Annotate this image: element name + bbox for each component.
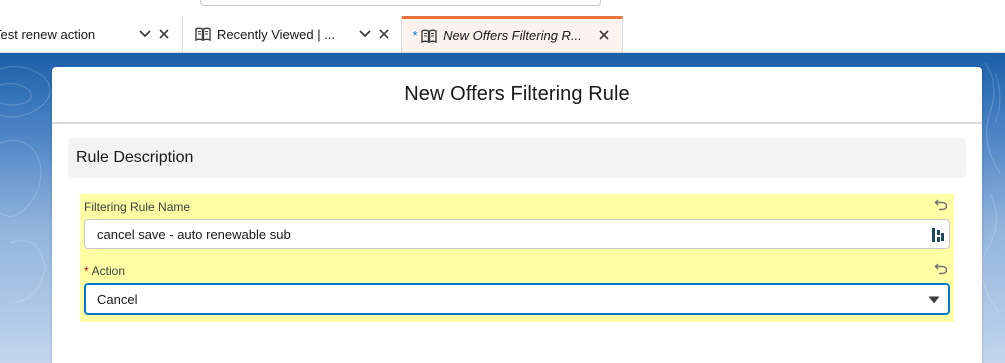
caret-down-icon bbox=[928, 296, 940, 304]
field-label: Filtering Rule Name bbox=[84, 200, 191, 214]
undo-icon[interactable] bbox=[934, 261, 948, 275]
close-icon[interactable] bbox=[597, 28, 611, 42]
tab-test-renew-action[interactable]: Test renew action bbox=[0, 16, 183, 52]
tab-new-offers-filtering-rule[interactable]: * New Offers Filtering R... bbox=[402, 16, 623, 52]
top-strip bbox=[0, 0, 1005, 16]
section-header-rule-description[interactable]: Rule Description bbox=[68, 138, 966, 178]
selected-value: Cancel bbox=[97, 291, 138, 307]
undo-icon[interactable] bbox=[934, 197, 948, 211]
filtering-rule-name-input[interactable]: cancel save - auto renewable sub bbox=[84, 219, 950, 249]
field-label: * Action bbox=[84, 264, 125, 278]
tab-label: Recently Viewed | ... bbox=[217, 26, 336, 42]
chevron-down-icon[interactable] bbox=[138, 27, 152, 41]
chevron-down-icon[interactable] bbox=[358, 27, 372, 41]
filtering-rule-name-field: Filtering Rule Name cancel save - auto r… bbox=[80, 194, 954, 258]
password-manager-icon[interactable] bbox=[931, 227, 945, 243]
tab-label: New Offers Filtering R... bbox=[443, 28, 582, 43]
new-record-modal: New Offers Filtering Rule Rule Descripti… bbox=[52, 67, 982, 363]
modal-title: New Offers Filtering Rule bbox=[404, 83, 630, 105]
object-book-icon bbox=[195, 27, 211, 41]
modal-header: New Offers Filtering Rule bbox=[52, 67, 982, 124]
workspace-tab-bar: Test renew action Recently Viewed | ... … bbox=[0, 16, 1005, 53]
action-field: * Action Cancel bbox=[80, 258, 954, 322]
close-icon[interactable] bbox=[157, 27, 171, 41]
tab-recently-viewed[interactable]: Recently Viewed | ... bbox=[183, 16, 402, 52]
input-value: cancel save - auto renewable sub bbox=[97, 226, 291, 242]
close-icon[interactable] bbox=[377, 27, 391, 41]
unsaved-changes-mark: * bbox=[412, 28, 418, 43]
action-select[interactable]: Cancel bbox=[84, 283, 950, 315]
required-asterisk: * bbox=[84, 264, 89, 278]
tab-label: Test renew action bbox=[0, 26, 96, 42]
section-title: Rule Description bbox=[76, 149, 194, 166]
field-label-text: Action bbox=[91, 264, 126, 278]
object-book-icon bbox=[421, 29, 437, 43]
global-search-input[interactable] bbox=[200, 0, 601, 6]
